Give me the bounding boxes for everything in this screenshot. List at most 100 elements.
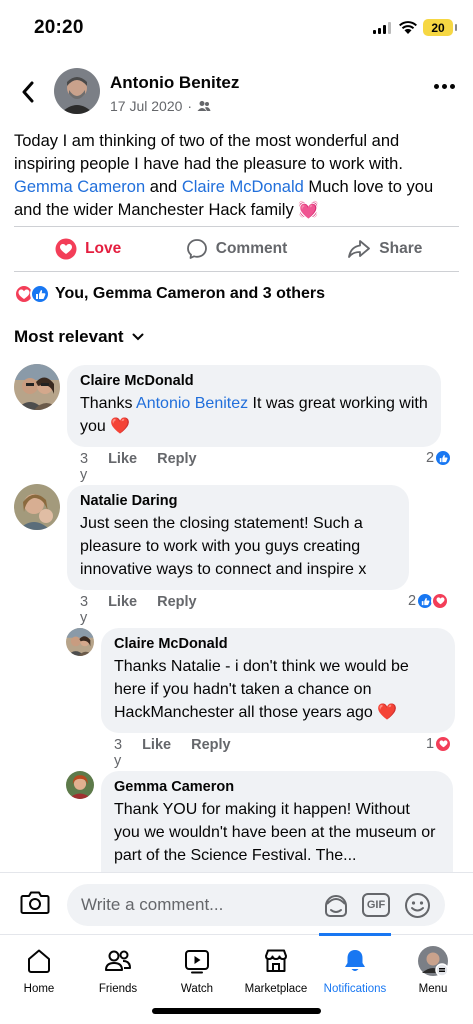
gif-icon: GIF: [362, 893, 390, 917]
comment-time: 3 y: [80, 451, 89, 483]
tab-label: Notifications: [323, 983, 387, 995]
commenter-name[interactable]: Gemma Cameron: [114, 779, 440, 795]
comment-text-part: Thanks: [80, 395, 137, 412]
watch-icon: [183, 945, 211, 977]
post-text-and: and: [145, 178, 182, 196]
commenter-name[interactable]: Claire McDonald: [80, 373, 428, 389]
comment-text: Thanks Natalie - i don't think we would …: [114, 655, 442, 724]
reactions-summary[interactable]: You, Gemma Cameron and 3 others: [14, 284, 325, 304]
sort-label: Most relevant: [14, 327, 124, 346]
author-avatar-image: [54, 68, 100, 114]
divider: [14, 271, 459, 272]
status-time: 20:20: [34, 17, 84, 38]
post-text-intro: Today I am thinking of two of the most w…: [14, 132, 403, 173]
tab-label: Menu: [418, 983, 448, 995]
tab-label: Home: [23, 983, 55, 995]
comment-icon: [186, 239, 207, 259]
tab-notifications[interactable]: Notifications: [316, 935, 394, 995]
friends-audience-icon: [197, 101, 211, 111]
author-avatar[interactable]: [54, 68, 100, 114]
commenter-avatar-image: [14, 364, 60, 410]
comment-time: 3 y: [114, 737, 123, 769]
comment-reactions[interactable]: 2: [408, 592, 450, 610]
reply-button[interactable]: Reply: [191, 737, 231, 769]
comment-actions: 3 y Like Reply: [114, 737, 231, 769]
tab-watch[interactable]: Watch: [158, 935, 236, 995]
author-name[interactable]: Antonio Benitez: [110, 73, 239, 93]
gif-button[interactable]: GIF: [362, 893, 390, 917]
post-action-bar: Love Comment Share: [14, 228, 459, 270]
post-header: Antonio Benitez 17 Jul 2020 ·: [0, 64, 473, 120]
emoji-button[interactable]: [404, 892, 431, 924]
share-button[interactable]: Share: [311, 228, 459, 270]
more-options-button[interactable]: [434, 84, 455, 89]
comment-text: Thanks Antonio Benitez It was great work…: [80, 392, 428, 438]
love-button[interactable]: Love: [14, 228, 162, 270]
like-comment-button[interactable]: Like: [142, 737, 171, 769]
comment-reactions[interactable]: 2: [426, 449, 453, 467]
home-indicator[interactable]: [152, 1008, 321, 1014]
like-reaction-icon: [30, 284, 50, 304]
comment-bubble[interactable]: Natalie Daring Just seen the closing sta…: [67, 485, 409, 590]
marketplace-icon: [262, 945, 290, 977]
post-text: Today I am thinking of two of the most w…: [14, 130, 459, 222]
love-reaction-icon: [55, 238, 77, 260]
like-comment-button[interactable]: Like: [108, 594, 137, 626]
commenter-avatar-image: [14, 484, 60, 530]
avatar-sticker-button[interactable]: [322, 892, 350, 923]
mention-link[interactable]: Antonio Benitez: [136, 395, 248, 412]
comment-button[interactable]: Comment: [162, 228, 310, 270]
chevron-down-icon: [132, 333, 144, 341]
comment-bubble[interactable]: Claire McDonald Thanks Natalie - i don't…: [101, 628, 455, 733]
commenter-avatar[interactable]: [14, 484, 60, 530]
tab-label: Marketplace: [244, 983, 308, 995]
comment-text: Just seen the closing statement! Such a …: [80, 515, 367, 578]
commenter-avatar[interactable]: [66, 771, 94, 799]
avatar-sticker-icon: [325, 895, 347, 917]
reaction-count: 2: [426, 450, 435, 466]
commenter-avatar-image: [66, 628, 94, 656]
status-bar: 20:20 20: [0, 0, 473, 56]
camera-icon: [20, 891, 50, 914]
tab-marketplace[interactable]: Marketplace: [237, 935, 315, 995]
love-reaction-icon: [434, 735, 453, 753]
like-comment-button[interactable]: Like: [108, 451, 137, 483]
love-label: Love: [85, 240, 122, 257]
comment-reactions[interactable]: 1: [426, 735, 453, 753]
tab-menu[interactable]: Menu: [394, 935, 472, 995]
comment-actions: 3 y Like Reply: [80, 594, 197, 626]
commenter-name[interactable]: Natalie Daring: [80, 493, 396, 509]
wifi-icon: [399, 21, 417, 34]
red-heart-emoji: ❤️: [110, 418, 131, 435]
reaction-count: 2: [408, 593, 417, 609]
commenter-avatar[interactable]: [14, 364, 60, 410]
home-icon: [25, 945, 53, 977]
share-label: Share: [379, 240, 423, 257]
reaction-count: 1: [426, 736, 435, 752]
commenter-name[interactable]: Claire McDonald: [114, 636, 442, 652]
tab-label: Friends: [98, 983, 138, 995]
mention-link[interactable]: Gemma Cameron: [14, 178, 145, 196]
meta-separator: ·: [187, 98, 193, 114]
post-meta: 17 Jul 2020 ·: [110, 98, 211, 114]
tab-home[interactable]: Home: [0, 935, 78, 995]
cellular-signal-icon: [373, 22, 391, 34]
avatar-menu-icon: [417, 945, 449, 977]
reaction-icons: [14, 284, 50, 304]
comment-bubble[interactable]: Claire McDonald Thanks Antonio Benitez I…: [67, 365, 441, 447]
back-button[interactable]: [14, 76, 42, 108]
love-reaction-icon: [431, 592, 450, 610]
reply-button[interactable]: Reply: [157, 594, 197, 626]
sort-dropdown[interactable]: Most relevant: [14, 327, 144, 347]
post-date[interactable]: 17 Jul 2020: [110, 98, 182, 114]
red-heart-emoji: ❤️: [377, 704, 398, 721]
mention-link[interactable]: Claire McDonald: [182, 178, 304, 196]
battery-indicator: 20: [423, 19, 457, 36]
commenter-avatar[interactable]: [66, 628, 94, 656]
divider: [14, 226, 459, 227]
tab-friends[interactable]: Friends: [79, 935, 157, 995]
comment-composer: Write a comment... GIF: [0, 872, 473, 934]
heart-emoji: 💓: [298, 201, 319, 219]
reply-button[interactable]: Reply: [157, 451, 197, 483]
camera-button[interactable]: [20, 889, 50, 920]
